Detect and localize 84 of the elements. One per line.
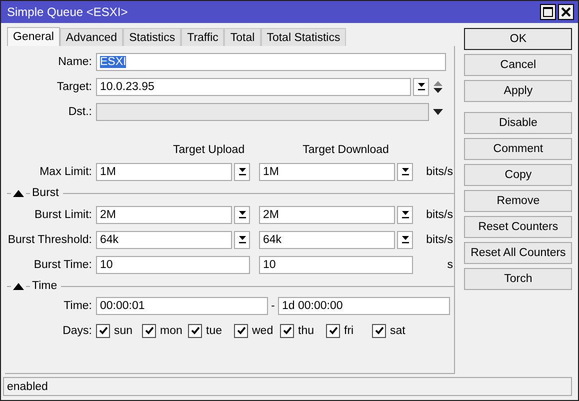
- dropdown-button[interactable]: [397, 162, 413, 180]
- action-button[interactable]: Comment: [464, 138, 572, 160]
- arrow-down-icon: [238, 210, 246, 219]
- action-button[interactable]: Disable: [464, 112, 572, 134]
- checkbox[interactable]: [188, 324, 202, 338]
- arrow-down-icon: [400, 235, 410, 244]
- checkbox[interactable]: [372, 324, 386, 338]
- field-label: Max Limit:: [38, 166, 93, 178]
- range-separator: -: [270, 300, 276, 312]
- arrow-down-icon: [416, 82, 426, 91]
- arrow-down-icon: [238, 235, 246, 244]
- close-button[interactable]: [558, 4, 574, 20]
- dropdown-button[interactable]: [234, 162, 250, 180]
- checkbox-label: fri: [344, 324, 354, 336]
- time-field[interactable]: 1d 00:00:00: [278, 296, 450, 314]
- limit-field[interactable]: 10: [96, 256, 250, 274]
- collapse-toggle-icon[interactable]: [13, 190, 24, 196]
- tab[interactable]: Total: [224, 28, 261, 46]
- limit-field[interactable]: 64k: [259, 230, 395, 248]
- unit-label: s: [446, 258, 453, 270]
- action-button[interactable]: Reset All Counters: [464, 242, 572, 264]
- field-label: Days:: [62, 324, 93, 336]
- tab[interactable]: General: [7, 27, 60, 46]
- tab[interactable]: Advanced: [60, 28, 124, 46]
- checkbox[interactable]: [280, 324, 294, 338]
- action-button[interactable]: Remove: [464, 190, 572, 212]
- limit-field[interactable]: 10: [259, 256, 413, 274]
- dropdown-button[interactable]: [397, 206, 413, 224]
- section-title: Time: [32, 280, 58, 292]
- checkbox-label: sun: [114, 324, 133, 336]
- action-button[interactable]: Copy: [464, 164, 572, 186]
- field-label: Burst Limit:: [33, 208, 93, 220]
- field-label: Name:: [57, 56, 93, 68]
- section-title: Burst: [32, 187, 59, 199]
- action-button[interactable]: OK: [464, 28, 572, 50]
- field-label: Dst.:: [67, 106, 93, 118]
- checkbox[interactable]: [142, 324, 156, 338]
- checkbox-label: thu: [298, 324, 314, 336]
- time-field[interactable]: 00:00:01: [96, 296, 268, 314]
- limit-field[interactable]: 1M: [259, 162, 395, 180]
- action-button[interactable]: Cancel: [464, 54, 572, 76]
- unit-label: bits/s: [425, 166, 453, 178]
- checkbox[interactable]: [326, 324, 340, 338]
- checkbox-label: wed: [252, 324, 274, 336]
- arrow-down-icon: [238, 167, 246, 176]
- checkbox[interactable]: [234, 324, 248, 338]
- limit-field[interactable]: 2M: [96, 206, 232, 224]
- field-label: Time:: [62, 300, 93, 312]
- status-text: enabled: [7, 380, 48, 392]
- limit-field[interactable]: 1M: [96, 162, 232, 180]
- checkbox-label: sat: [390, 324, 406, 336]
- arrow-down-icon: [400, 210, 410, 219]
- tab[interactable]: Traffic: [181, 28, 224, 46]
- dropdown-button[interactable]: [397, 230, 413, 248]
- limit-field[interactable]: 2M: [259, 206, 395, 224]
- dropdown-button[interactable]: [234, 230, 250, 248]
- action-button[interactable]: Apply: [464, 80, 572, 102]
- limit-field[interactable]: 64k: [96, 230, 232, 248]
- tab[interactable]: Total Statistics: [260, 28, 346, 46]
- collapse-toggle-icon[interactable]: [13, 282, 24, 290]
- window-title: Simple Queue <ESXI>: [7, 5, 128, 19]
- target-field[interactable]: 10.0.23.95: [96, 78, 411, 96]
- field-label: Target:: [56, 80, 93, 92]
- maximize-icon: [543, 7, 553, 17]
- tab[interactable]: Statistics: [123, 28, 182, 46]
- unit-label: bits/s: [425, 234, 453, 246]
- action-button[interactable]: Torch: [464, 268, 572, 290]
- field-label: Burst Threshold:: [6, 234, 93, 246]
- column-header: Target Download: [302, 143, 389, 158]
- unit-label: bits/s: [425, 208, 453, 220]
- dropdown-button[interactable]: [413, 78, 429, 96]
- action-button[interactable]: Reset Counters: [464, 216, 572, 238]
- column-header: Target Upload: [173, 143, 245, 158]
- dropdown-arrow-icon[interactable]: [433, 108, 443, 116]
- name-field[interactable]: ESXI: [96, 52, 446, 70]
- checkbox-label: tue: [206, 324, 222, 336]
- close-icon: [561, 7, 571, 17]
- checkbox[interactable]: [96, 324, 110, 338]
- dropdown-button[interactable]: [234, 206, 250, 224]
- up-down-arrows-icon[interactable]: [433, 80, 443, 94]
- arrow-down-icon: [400, 167, 410, 176]
- maximize-button[interactable]: [540, 4, 556, 20]
- checkbox-label: mon: [160, 324, 182, 336]
- field-label: Burst Time:: [32, 258, 93, 270]
